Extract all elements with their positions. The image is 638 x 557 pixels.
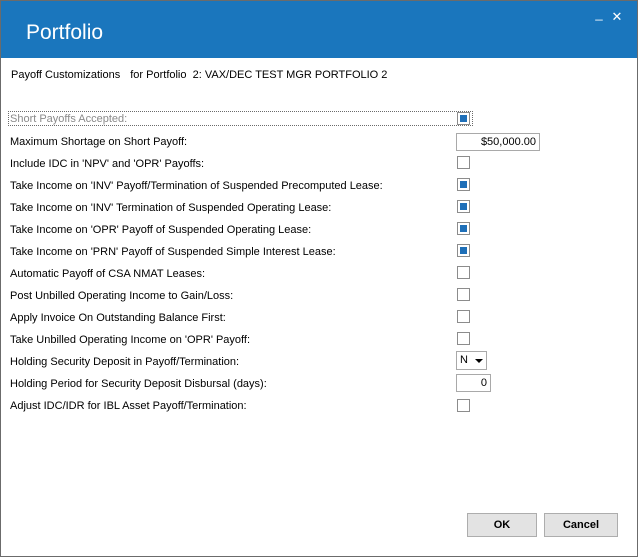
take-unbilled-opr-label: Take Unbilled Operating Income on 'OPR' … [10, 334, 251, 346]
short-payoffs-checkbox[interactable] [457, 112, 470, 125]
max-shortage-label: Maximum Shortage on Short Payoff: [10, 136, 188, 148]
post-unbilled-checkbox[interactable] [457, 288, 470, 301]
max-shortage-input[interactable]: $50,000.00 [456, 133, 540, 151]
minimize-icon[interactable]: _ [592, 7, 606, 21]
income-prn-simple-checkbox[interactable] [457, 244, 470, 257]
holding-period-input[interactable]: 0 [456, 374, 491, 392]
auto-payoff-csa-label: Automatic Payoff of CSA NMAT Leases: [10, 268, 206, 280]
heading-prefix: Payoff Customizations [11, 69, 121, 81]
apply-invoice-label: Apply Invoice On Outstanding Balance Fir… [10, 312, 226, 324]
close-icon[interactable]: ✕ [610, 10, 624, 24]
income-opr-operating-checkbox[interactable] [457, 222, 470, 235]
take-unbilled-opr-checkbox[interactable] [457, 332, 470, 345]
cancel-button[interactable]: Cancel [544, 513, 618, 537]
short-payoffs-label: Short Payoffs Accepted: [10, 113, 128, 125]
holding-period-label: Holding Period for Security Deposit Disb… [10, 378, 267, 390]
title-bar: Portfolio _ ✕ [1, 1, 637, 58]
holding-deposit-label: Holding Security Deposit in Payoff/Termi… [10, 356, 240, 368]
holding-deposit-value: N [460, 354, 468, 366]
income-opr-operating-label: Take Income on 'OPR' Payoff of Suspended… [10, 224, 312, 236]
portfolio-name: 2: VAX/DEC TEST MGR PORTFOLIO 2 [192, 69, 388, 81]
chevron-down-icon [475, 359, 483, 363]
window-title: Portfolio [26, 21, 104, 44]
income-inv-precomputed-checkbox[interactable] [457, 178, 470, 191]
auto-payoff-csa-checkbox[interactable] [457, 266, 470, 279]
income-prn-simple-label: Take Income on 'PRN' Payoff of Suspended… [10, 246, 336, 258]
adjust-idc-label: Adjust IDC/IDR for IBL Asset Payoff/Term… [10, 400, 247, 412]
income-inv-precomputed-label: Take Income on 'INV' Payoff/Termination … [10, 180, 383, 192]
heading-for-label: for Portfolio [130, 69, 187, 81]
adjust-idc-checkbox[interactable] [457, 399, 470, 412]
apply-invoice-checkbox[interactable] [457, 310, 470, 323]
include-idc-checkbox[interactable] [457, 156, 470, 169]
portfolio-dialog: Portfolio _ ✕ Payoff Customizations for P… [0, 0, 638, 557]
post-unbilled-label: Post Unbilled Operating Income to Gain/L… [10, 290, 234, 302]
income-inv-operating-label: Take Income on 'INV' Termination of Susp… [10, 202, 332, 214]
income-inv-operating-checkbox[interactable] [457, 200, 470, 213]
holding-deposit-select[interactable]: N [456, 351, 487, 370]
ok-button[interactable]: OK [467, 513, 537, 537]
include-idc-label: Include IDC in 'NPV' and 'OPR' Payoffs: [10, 158, 205, 170]
page-heading: Payoff Customizations for Portfolio 2: VA… [11, 69, 387, 81]
